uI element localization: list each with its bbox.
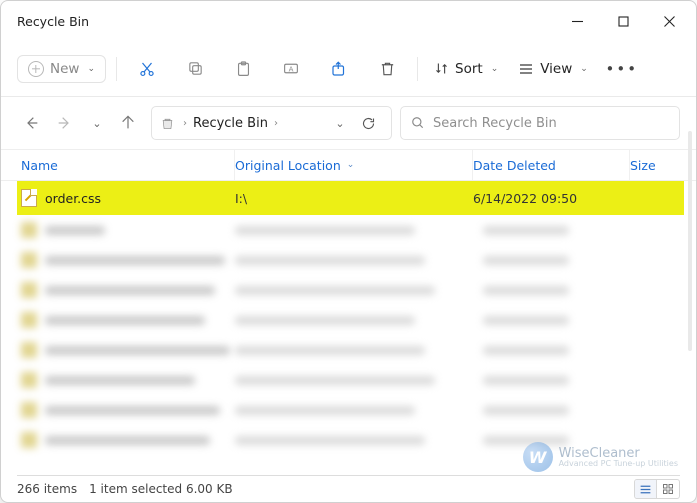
table-row[interactable]: order.css I:\ 6/14/2022 09:50 <box>17 181 684 215</box>
file-icon <box>21 189 37 207</box>
layout-toggle <box>634 479 680 499</box>
cut-button[interactable] <box>127 51 167 87</box>
sort-label: Sort <box>455 61 483 77</box>
paste-button[interactable] <box>223 51 263 87</box>
plus-icon <box>28 61 44 77</box>
table-row-blurred <box>17 305 684 335</box>
view-label: View <box>540 61 572 77</box>
chevron-right-icon: › <box>274 118 278 129</box>
back-button[interactable] <box>17 108 47 138</box>
svg-text:A: A <box>289 64 294 73</box>
column-header-original-location[interactable]: Original Location⌄ <box>235 150 473 180</box>
share-button[interactable] <box>319 51 359 87</box>
window-controls <box>554 5 692 37</box>
sort-icon <box>434 61 449 76</box>
layout-grid-button[interactable] <box>657 480 679 498</box>
close-button[interactable] <box>646 5 692 37</box>
table-row-blurred <box>17 275 684 305</box>
status-bar: 266 items 1 item selected 6.00 KB <box>1 476 696 502</box>
address-bar[interactable]: › Recycle Bin › ⌄ <box>151 106 392 140</box>
search-box[interactable] <box>400 106 680 140</box>
search-input[interactable] <box>433 116 669 131</box>
table-row-blurred <box>17 395 684 425</box>
address-dropdown-button[interactable]: ⌄ <box>327 108 351 138</box>
new-button[interactable]: New ⌄ <box>17 55 106 83</box>
column-header-name[interactable]: Name <box>21 150 235 180</box>
chevron-down-icon: ⌄ <box>87 64 95 74</box>
table-row-blurred <box>17 425 684 455</box>
refresh-button[interactable] <box>355 108 381 138</box>
sort-button[interactable]: Sort ⌄ <box>428 51 504 87</box>
titlebar: Recycle Bin <box>1 1 696 41</box>
sort-caret-icon: ⌄ <box>347 160 355 170</box>
more-button[interactable]: ••• <box>602 51 642 87</box>
copy-button[interactable] <box>175 51 215 87</box>
view-icon <box>518 62 534 76</box>
table-row-blurred <box>17 365 684 395</box>
search-icon <box>411 116 425 130</box>
breadcrumb-location[interactable]: Recycle Bin <box>193 116 268 131</box>
window-title: Recycle Bin <box>17 14 554 29</box>
file-original-location: I:\ <box>235 191 473 206</box>
scrollbar-thumb[interactable] <box>688 131 692 351</box>
status-selection: 1 item selected 6.00 KB <box>89 482 232 496</box>
chevron-down-icon: ⌄ <box>580 64 588 74</box>
window-frame: Recycle Bin New ⌄ <box>0 0 697 503</box>
minimize-button[interactable] <box>554 5 600 37</box>
separator <box>417 57 418 81</box>
maximize-button[interactable] <box>600 5 646 37</box>
separator <box>116 57 117 81</box>
column-headers: Name Original Location⌄ Date Deleted Siz… <box>1 149 696 181</box>
file-date-deleted: 6/14/2022 09:50 <box>473 191 630 206</box>
table-row-blurred <box>17 215 684 245</box>
new-button-label: New <box>50 61 79 77</box>
navigation-row: ⌄ › Recycle Bin › ⌄ <box>1 97 696 149</box>
table-row-blurred <box>17 335 684 365</box>
toolbar: New ⌄ A Sort ⌄ View ⌄ <box>1 41 696 97</box>
file-list: order.css I:\ 6/14/2022 09:50 <box>1 181 696 475</box>
recycle-bin-icon <box>160 116 175 131</box>
up-button[interactable] <box>113 108 143 138</box>
delete-button[interactable] <box>367 51 407 87</box>
breadcrumb: › Recycle Bin › <box>183 116 319 131</box>
column-header-date-deleted[interactable]: Date Deleted <box>473 150 630 180</box>
chevron-down-icon: ⌄ <box>491 64 499 74</box>
forward-button[interactable] <box>49 108 79 138</box>
recent-locations-button[interactable]: ⌄ <box>81 108 111 138</box>
file-name: order.css <box>45 191 101 206</box>
status-item-count: 266 items <box>17 482 77 496</box>
chevron-right-icon: › <box>183 118 187 129</box>
column-header-size[interactable]: Size <box>630 150 684 180</box>
view-button[interactable]: View ⌄ <box>512 51 594 87</box>
table-row-blurred <box>17 245 684 275</box>
nav-arrows: ⌄ <box>17 108 143 138</box>
rename-button[interactable]: A <box>271 51 311 87</box>
layout-details-button[interactable] <box>635 480 657 498</box>
